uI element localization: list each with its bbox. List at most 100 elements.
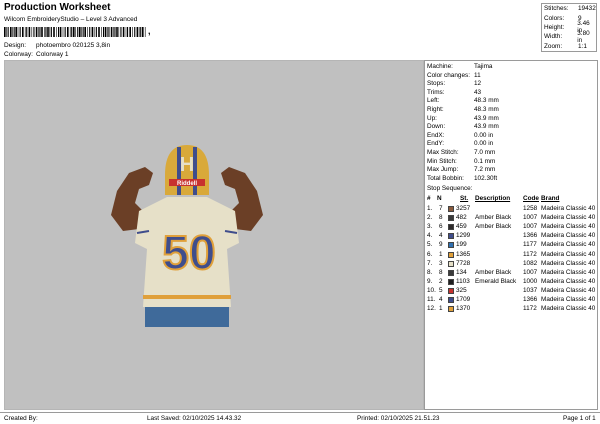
- col-code: Code: [523, 195, 539, 202]
- seq-needle: 8: [439, 268, 443, 276]
- seq-needle: 4: [439, 296, 443, 303]
- thread-color-swatch: [448, 287, 454, 294]
- seq-stitches: 1103: [456, 277, 470, 285]
- seq-brand: Madeira Classic 40: [541, 296, 596, 303]
- seq-stitches: 199: [456, 241, 467, 249]
- info-label: Max Stitch:: [427, 149, 459, 156]
- info-row: EndY: 0.00 in: [427, 140, 493, 147]
- seq-num: 11.: [427, 296, 436, 303]
- seq-brand: Madeira Classic 40: [541, 259, 596, 267]
- seq-num: 10.: [427, 286, 436, 294]
- col-description: Description: [475, 195, 511, 202]
- info-value: 12: [474, 80, 482, 88]
- seq-row: 11. 4 1709 1366 Madeira Classic 40: [425, 296, 597, 305]
- thread-color-swatch: [448, 242, 454, 249]
- info-label: Max Jump:: [427, 166, 459, 174]
- seq-brand: Madeira Classic 40: [541, 305, 596, 313]
- thread-color-swatch: [448, 260, 454, 267]
- stats-label: Height:: [544, 23, 565, 31]
- seq-stitches: 325: [456, 286, 467, 294]
- seq-code: 1007: [523, 214, 538, 222]
- info-row: Trims: 43: [427, 89, 481, 96]
- seq-needle: 3: [439, 259, 443, 267]
- info-label: Total Bobbin:: [427, 174, 464, 182]
- seq-code: 1000: [523, 277, 538, 285]
- seq-row: 6. 1 1365 1172 Madeira Classic 40: [425, 251, 597, 260]
- seq-num: 1.: [427, 205, 433, 212]
- info-label: Up:: [427, 114, 437, 122]
- info-label: Down:: [427, 123, 446, 131]
- seq-stitches: 482: [456, 214, 467, 222]
- stop-sequence-header: # N St. Description Code Brand: [425, 195, 597, 204]
- thread-color-swatch: [448, 306, 454, 313]
- design-preview: Riddell H 50: [4, 60, 424, 410]
- thread-color-swatch: [448, 206, 454, 212]
- seq-code: 1172: [523, 305, 537, 313]
- seq-num: 7.: [427, 259, 433, 267]
- colorway-label: Colorway:: [4, 51, 33, 58]
- stats-label: Zoom:: [544, 42, 563, 50]
- pants: [145, 307, 229, 327]
- info-value: 43.9 mm: [474, 114, 499, 122]
- stats-label: Width:: [544, 33, 563, 41]
- seq-num: 2.: [427, 214, 433, 222]
- seq-num: 12.: [427, 305, 436, 313]
- thread-color-swatch: [448, 297, 454, 303]
- thread-color-swatch: [448, 251, 454, 258]
- seq-needle: 4: [439, 232, 443, 240]
- seq-num: 3.: [427, 223, 433, 231]
- created-by: Created By:: [4, 415, 38, 422]
- design-label: Design:: [4, 42, 27, 49]
- seq-row: 8. 8 134 Amber Black 1007 Madeira Classic 40: [425, 269, 597, 278]
- info-row: Right: 48.3 mm: [427, 106, 499, 113]
- football-player-design: Riddell H 50: [111, 145, 263, 327]
- seq-description: Amber Black: [475, 268, 512, 276]
- thread-color-swatch: [448, 278, 454, 285]
- stats-box: Stitches: 19432 Colors: 9 Height: 3.46 in W…: [541, 3, 597, 52]
- seq-row: 5. 9 199 1177 Madeira Classic 40: [425, 241, 597, 250]
- stats-row-stitches: Stitches: 19432: [542, 4, 596, 13]
- seq-num: 6.: [427, 250, 433, 258]
- seq-brand: Madeira Classic 40: [541, 286, 596, 294]
- info-label: Right:: [427, 106, 444, 113]
- info-row: Color changes: 11: [427, 72, 481, 79]
- info-row: EndX: 0.00 in: [427, 132, 493, 139]
- stats-label: Colors:: [544, 14, 565, 22]
- seq-code: 1037: [523, 286, 538, 294]
- stats-row-width: Width: 3.80 in: [542, 30, 596, 44]
- seq-num: 9.: [427, 277, 433, 285]
- thread-color-swatch: [448, 233, 454, 240]
- seq-stitches: 459: [456, 223, 467, 231]
- software-name: Wilcom EmbroideryStudio – Level 3 Advanc…: [4, 16, 138, 23]
- seq-stitches: 1370: [456, 305, 471, 313]
- seq-description: Amber Black: [475, 223, 512, 231]
- seq-code: 1366: [523, 232, 538, 240]
- seq-code: 1172: [523, 250, 537, 258]
- stats-value: 19432: [578, 5, 596, 13]
- worksheet-title: Production Worksheet: [4, 2, 111, 13]
- seq-row: 3. 6 459 Amber Black 1007 Madeira Classic 40: [425, 223, 597, 232]
- info-value: 48.3 mm: [474, 97, 499, 105]
- col-st: St.: [460, 195, 469, 202]
- seq-needle: 5: [439, 286, 443, 294]
- info-value: Tajima: [474, 63, 493, 70]
- seq-needle: 2: [439, 277, 443, 285]
- info-value: 7.0 mm: [474, 149, 496, 156]
- seq-row: 12. 1 1370 1172 Madeira Classic 40: [425, 305, 597, 314]
- seq-row: 7. 3 7728 1082 Madeira Classic 40: [425, 260, 597, 269]
- info-row: Down: 43.9 mm: [427, 123, 499, 130]
- info-value: 0.00 in: [474, 131, 494, 139]
- barcode-text: ,: [148, 26, 151, 36]
- info-label: EndX:: [427, 131, 445, 139]
- colorway-row: Colorway: Colorway 1: [4, 51, 69, 58]
- info-value: 43.9 mm: [474, 123, 499, 131]
- jersey-stripe: [143, 295, 231, 299]
- seq-num: 4.: [427, 232, 433, 240]
- seq-code: 1366: [523, 296, 538, 303]
- helmet-letter: H: [180, 154, 194, 176]
- thread-color-swatch: [448, 269, 454, 276]
- helmet-text: Riddell: [177, 181, 197, 187]
- info-label: Min Stitch:: [427, 157, 457, 165]
- stats-label: Stitches:: [544, 5, 569, 13]
- info-label: Left:: [427, 97, 440, 105]
